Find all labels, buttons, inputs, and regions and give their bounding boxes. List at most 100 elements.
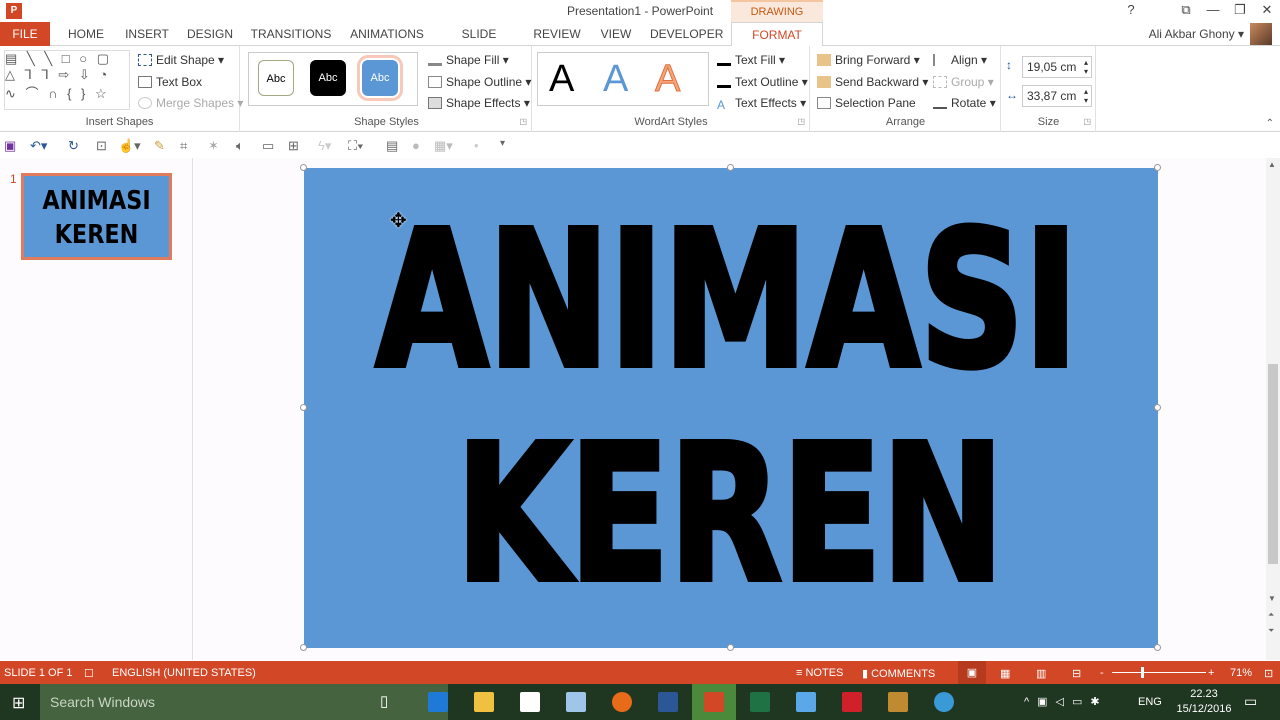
help-button[interactable]: ? [1120,2,1142,20]
slide-canvas[interactable]: ANIMASI KEREN ✥ [304,168,1158,648]
zoom-out-icon[interactable]: - [1100,667,1104,679]
wordart-preset[interactable]: A [603,58,628,101]
resize-handle[interactable] [300,644,307,651]
shape-height-input[interactable]: 19,05 cm ▴ ▾ [1022,56,1092,78]
format-painter-icon[interactable]: ✎ [154,138,165,154]
shapes-row[interactable]: ▤ ╲ ╲ □ ○ ▢ [5,51,129,67]
spellcheck-icon[interactable]: ☐ [84,667,94,680]
selection-pane-button[interactable]: Selection Pane [817,96,916,110]
zoom-slider[interactable] [1112,672,1206,673]
word-icon[interactable] [658,692,678,712]
resize-handle[interactable] [1154,644,1161,651]
normal-view-icon[interactable]: ▣ [958,661,986,684]
resize-handle[interactable] [1154,164,1161,171]
redo-icon[interactable]: ↻ [68,138,79,154]
file-explorer-icon[interactable] [474,692,494,712]
edit-shape-button[interactable]: Edit Shape ▾ [138,53,224,67]
input-language[interactable]: ENG [1138,696,1162,708]
ribbon-display-options-button[interactable]: ⧉ [1175,2,1197,20]
tab-format[interactable]: FORMAT [731,22,823,47]
shape-style-preset[interactable]: Abc [258,60,294,96]
resize-handle[interactable] [300,404,307,411]
slide-sorter-icon[interactable]: ▦ [1000,667,1010,680]
shapes-gallery[interactable]: ▤ ╲ ╲ □ ○ ▢ △ ⅂ ⅂ ⇨ ⇩ ◔ ∿ ⌒ ∩ { } ☆ [4,50,130,110]
tab-animations[interactable]: ANIMATIONS [348,22,426,46]
tab-insert[interactable]: INSERT [124,22,170,46]
animation-icon[interactable]: ✶ [208,138,219,154]
clock[interactable]: 22.23 15/12/2016 [1170,687,1238,717]
shape-style-preset-selected[interactable]: Abc [357,55,403,101]
align-button[interactable]: Align ▾ [933,53,987,67]
undo-icon[interactable]: ↶▾ [30,138,47,154]
task-view-icon[interactable]: ▯ [380,692,388,710]
scroll-up-icon[interactable]: ▲ [1268,160,1276,169]
paste-icon[interactable]: ▦▾ [434,138,453,154]
save-icon[interactable]: ▣ [4,138,16,154]
tab-home[interactable]: HOME [64,22,108,46]
app-icon[interactable] [566,692,586,712]
tab-view[interactable]: VIEW [596,22,636,46]
slide-thumbnail[interactable]: ANIMASI KEREN [21,173,172,260]
scroll-down-icon[interactable]: ▼ [1268,594,1276,603]
app-icon[interactable] [888,692,908,712]
slide-title-line1[interactable]: ANIMASI [373,188,1081,413]
shapes-row[interactable]: ∿ ⌒ ∩ { } ☆ [5,83,129,102]
zoom-level[interactable]: 71% [1230,667,1252,679]
minimize-button[interactable]: — [1202,2,1224,20]
touch-mode-icon[interactable]: ☝▾ [118,138,141,154]
slideshow-icon[interactable]: ⊡ [96,138,107,154]
text-box-button[interactable]: Text Box [138,75,202,89]
app-icon[interactable] [842,692,862,712]
slideshow-view-icon[interactable]: ⊟ [1072,667,1081,680]
bring-forward-button[interactable]: Bring Forward ▾ [817,53,920,67]
firefox-icon[interactable] [612,692,632,712]
lightning-icon[interactable]: ϟ▾ [318,138,331,154]
powerpoint-taskbar-button[interactable] [692,684,736,720]
text-fill-button[interactable]: Text Fill ▾ [717,53,785,67]
app-icon[interactable] [934,692,954,712]
resize-handle[interactable] [1154,404,1161,411]
tab-developer[interactable]: DEVELOPER [650,22,723,46]
slide-text[interactable]: ANIMASI KEREN [304,168,1158,648]
rotate-button[interactable]: Rotate ▾ [933,96,996,110]
wordart-preset[interactable]: A [654,58,680,101]
tab-slide-show[interactable]: SLIDE SHOW [442,22,516,65]
tab-file[interactable]: FILE [0,22,50,46]
resize-handle[interactable] [727,644,734,651]
wordart-preset[interactable]: A [549,58,574,101]
layout-icon[interactable]: ▤ [386,138,398,154]
language[interactable]: ENGLISH (UNITED STATES) [112,667,256,679]
reading-view-icon[interactable]: ▥ [1036,667,1046,680]
send-backward-button[interactable]: Send Backward ▾ [817,75,928,89]
user-name[interactable]: Ali Akbar Ghony ▾ [1149,27,1244,41]
app-icon[interactable] [796,692,816,712]
comments-button[interactable]: ▮ COMMENTS [862,667,935,680]
zoom-in-icon[interactable]: + [1208,667,1214,679]
collapse-ribbon-icon[interactable]: ⌃ [1266,118,1274,129]
close-button[interactable]: ✕ [1256,2,1278,20]
scrollbar-thumb[interactable] [1268,364,1278,564]
merge-shapes-button[interactable]: Merge Shapes ▾ [138,96,243,110]
selection-icon[interactable]: ⊞ [288,138,299,154]
shape-style-preset[interactable]: Abc [310,60,346,96]
shapes-row[interactable]: △ ⅂ ⅂ ⇨ ⇩ ◔ [5,67,129,83]
audio-icon[interactable]: 🔈︎ [236,138,244,154]
text-effects-button[interactable]: A Text Effects ▾ [717,96,806,112]
shape-outline-button[interactable]: Shape Outline ▾ [428,75,531,89]
shape-fill-button[interactable]: Shape Fill ▾ [428,53,509,67]
shape-effects-button[interactable]: Shape Effects ▾ [428,96,530,110]
circle-icon[interactable]: ● [412,138,420,153]
crop-icon[interactable]: ⌗ [180,138,187,154]
zoom-slider-thumb[interactable] [1141,667,1144,678]
customize-qat-icon[interactable]: ▾ [500,138,505,149]
vertical-scrollbar[interactable]: ▲ ▼ ⏶ ⏷ [1266,158,1280,660]
store-icon[interactable] [520,692,540,712]
tab-review[interactable]: REVIEW [532,22,582,46]
excel-icon[interactable] [750,692,770,712]
windows-start-icon[interactable]: ⊞ [12,693,25,713]
video-icon[interactable]: ▭ [262,138,274,154]
resize-handle[interactable] [300,164,307,171]
previous-slide-icon[interactable]: ⏶ [1268,610,1274,620]
next-slide-icon[interactable]: ⏷ [1268,626,1274,636]
tab-design[interactable]: DESIGN [186,22,234,46]
